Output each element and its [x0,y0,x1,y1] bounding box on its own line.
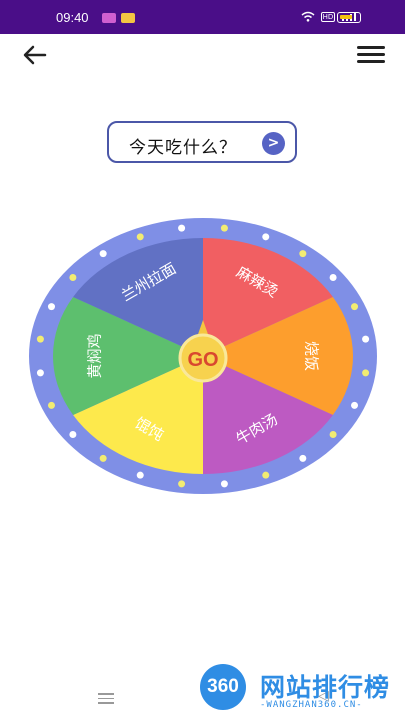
wifi-icon [301,11,315,22]
rim-dot [36,335,44,343]
rim-dot [262,233,270,241]
go-label: GO [187,349,218,371]
battery-icon [337,12,361,23]
top-bar [0,34,405,76]
question-text: 今天吃什么？ [129,138,237,158]
notification-app-icon [102,13,116,23]
rim-dot [329,431,337,439]
rim-dot [69,273,77,281]
rim-dot [178,480,186,488]
rim-dot [299,454,307,462]
notification-mail-icon [121,13,135,23]
status-time: 09:40 [56,10,89,25]
rim-dot [362,335,370,343]
watermark-url: -WANGZHAN360.CN- [260,700,363,710]
nav-menu-button[interactable] [98,690,114,704]
rim-dot [47,303,55,311]
rim-dot [47,401,55,409]
menu-button[interactable] [357,42,385,68]
watermark: 360 网站排行榜 -WANGZHAN360.CN- [194,664,404,716]
rim-dot [178,224,186,232]
rim-dot [329,273,337,281]
wheel-segment-label: 烧饭 [303,341,321,371]
hamburger-menu-icon [357,46,385,49]
rim-dot [220,480,228,488]
status-bar: 09:40 HD [0,0,405,34]
food-wheel[interactable]: 麻辣烫烧饭牛肉汤馄饨黄焖鸡兰州拉面 GO [28,216,378,496]
hd-badge-icon: HD [321,11,335,22]
chevron-right-icon[interactable]: > [262,132,285,155]
arrow-left-icon [23,45,47,65]
rim-dot [99,454,107,462]
rim-dot [351,303,359,311]
rim-dot [220,224,228,232]
rim-dot [136,233,144,241]
question-box[interactable]: 今天吃什么？ > [107,121,297,163]
rim-dot [299,250,307,258]
rim-dot [36,369,44,377]
back-button[interactable] [18,38,52,72]
rim-dot [136,471,144,479]
rim-dot [351,401,359,409]
watermark-logo: 360 [200,664,246,710]
rim-dot [262,471,270,479]
rim-dot [99,250,107,258]
watermark-title: 网站排行榜 [260,673,391,702]
rim-dot [362,369,370,377]
wheel-segment-label: 黄焖鸡 [86,333,104,378]
rim-dot [69,431,77,439]
